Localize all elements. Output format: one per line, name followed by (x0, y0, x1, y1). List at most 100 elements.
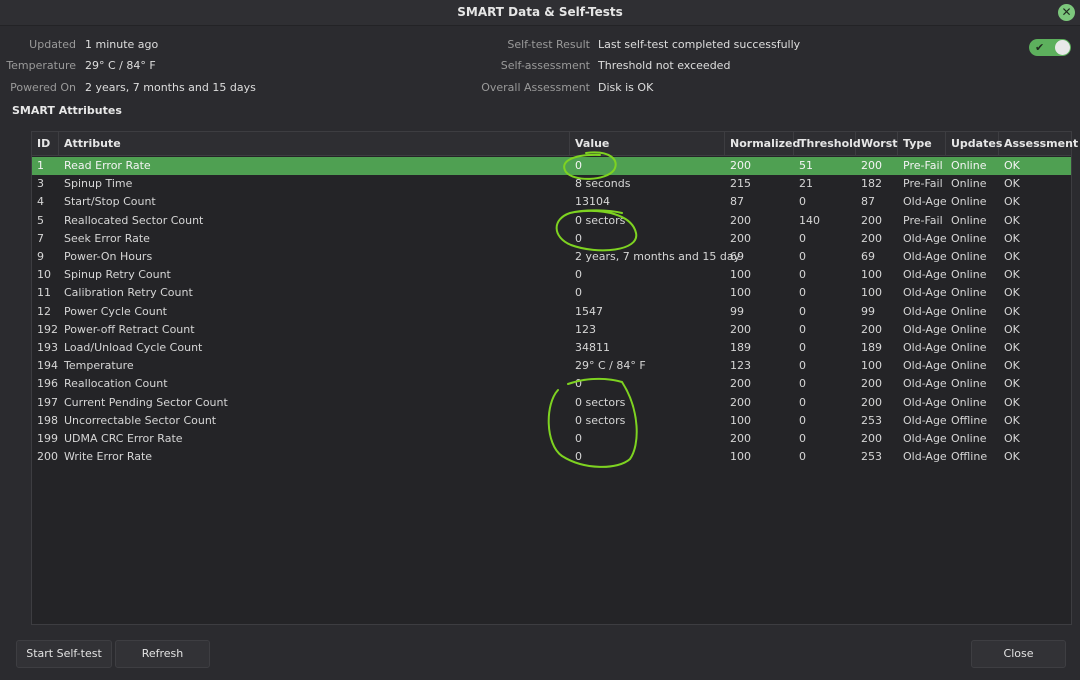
col-header-value[interactable]: Value (570, 132, 725, 156)
cell-attribute: Uncorrectable Sector Count (64, 413, 217, 427)
table-row[interactable]: 193 Load/Unload Cycle Count 34811 189 0 189 Ol… (32, 339, 1071, 357)
cell-worst: 100 (861, 268, 882, 282)
col-header-attribute[interactable]: Attribute (59, 132, 570, 156)
temperature-value: 29° C / 84° F (85, 59, 156, 72)
cell-updates: Online (951, 177, 987, 191)
cell-normalized: 200 (730, 322, 751, 336)
cell-threshold: 0 (799, 341, 806, 354)
overall-assessment-label: Overall Assessment (481, 81, 590, 94)
cell-threshold: 0 (799, 195, 806, 209)
cell-assessment: OK (1004, 432, 1020, 445)
col-header-assessment[interactable]: Assessment (999, 132, 1078, 156)
table-row[interactable]: 5 Reallocated Sector Count 0 sectors 200 140… (32, 212, 1071, 230)
cell-assessment: OK (1004, 304, 1020, 318)
powered-on-value: 2 years, 7 months and 15 days (85, 81, 256, 94)
col-header-normalized[interactable]: Normalized (725, 132, 800, 156)
cell-attribute: Current Pending Sector Count (64, 395, 228, 409)
col-header-type[interactable]: Type (898, 132, 946, 156)
title-bar: SMART Data & Self-Tests ✕ (0, 0, 1080, 26)
table-row[interactable]: 7 Seek Error Rate 0 200 0 200 Old-Age Online OK (32, 230, 1071, 248)
cell-threshold: 0 (799, 413, 806, 427)
close-icon[interactable]: ✕ (1058, 4, 1075, 21)
table-row[interactable]: 199 UDMA CRC Error Rate 0 200 0 200 Old-Age Onl… (32, 430, 1071, 448)
cell-threshold: 0 (799, 395, 806, 409)
table-row[interactable]: 9 Power-On Hours 2 years, 7 months and 15 … (32, 248, 1071, 266)
table-row[interactable]: 197 Current Pending Sector Count 0 sectors… (32, 394, 1071, 412)
cell-normalized: 200 (730, 432, 751, 445)
cell-updates: Online (951, 322, 987, 336)
table-row[interactable]: 10 Spinup Retry Count 0 100 0 100 Old-Age Onlin… (32, 266, 1071, 284)
cell-attribute: Reallocated Sector Count (64, 213, 204, 227)
table-row[interactable]: 11 Calibration Retry Count 0 100 0 100 Old-Age… (32, 284, 1071, 302)
cell-attribute: Temperature (64, 359, 134, 373)
cell-updates: Online (951, 377, 987, 391)
cell-value: 0 (575, 231, 582, 245)
cell-type: Old-Age (903, 432, 946, 445)
table-row[interactable]: 1 Read Error Rate 0 200 51 200 Pre-Fail Online O… (32, 157, 1071, 175)
cell-value: 0 (575, 450, 582, 464)
cell-id: 199 (37, 432, 58, 445)
cell-normalized: 100 (730, 268, 751, 282)
cell-type: Old-Age (903, 268, 946, 282)
cell-threshold: 0 (799, 322, 806, 336)
cell-id: 198 (37, 413, 58, 427)
table-header: ID Attribute Value Normalized Threshold … (32, 132, 1078, 156)
cell-normalized: 100 (730, 413, 751, 427)
cell-threshold: 51 (799, 159, 813, 172)
table-row[interactable]: 12 Power Cycle Count 1547 99 0 99 Old-Age Onlin… (32, 303, 1071, 321)
cell-assessment: OK (1004, 377, 1020, 391)
cell-value: 34811 (575, 341, 610, 354)
table-row[interactable]: 196 Reallocation Count 0 200 0 200 Old-Age Onli… (32, 375, 1071, 393)
cell-value: 8 seconds (575, 177, 631, 191)
cell-value: 0 sectors (575, 413, 626, 427)
cell-worst: 200 (861, 159, 882, 172)
table-row[interactable]: 4 Start/Stop Count 13104 87 0 87 Old-Age Online… (32, 193, 1071, 211)
cell-worst: 100 (861, 286, 882, 300)
cell-worst: 189 (861, 341, 882, 354)
col-header-id[interactable]: ID (32, 132, 59, 156)
cell-assessment: OK (1004, 322, 1020, 336)
cell-updates: Online (951, 159, 987, 172)
close-button[interactable]: Close (971, 640, 1066, 668)
col-header-worst[interactable]: Worst (856, 132, 898, 156)
smart-attributes-table: ID Attribute Value Normalized Threshold … (31, 131, 1078, 625)
cell-type: Old-Age (903, 395, 946, 409)
table-row[interactable]: 194 Temperature 29° C / 84° F 123 0 100 Old-Ag… (32, 357, 1071, 375)
refresh-button[interactable]: Refresh (115, 640, 210, 668)
table-row[interactable]: 200 Write Error Rate 0 100 0 253 Old-Age Offlin… (32, 448, 1071, 466)
cell-type: Old-Age (903, 413, 946, 427)
smart-attributes-heading: SMART Attributes (12, 104, 122, 117)
cell-normalized: 100 (730, 450, 751, 464)
self-test-result-label: Self-test Result (507, 38, 590, 51)
cell-worst: 200 (861, 322, 882, 336)
table-row[interactable]: 198 Uncorrectable Sector Count 0 sectors 10… (32, 412, 1071, 430)
cell-type: Old-Age (903, 231, 946, 245)
smart-enabled-toggle[interactable]: ✔ (1029, 39, 1071, 56)
table-row[interactable]: 3 Spinup Time 8 seconds 215 21 182 Pre-Fail Onl… (32, 175, 1071, 193)
cell-attribute: UDMA CRC Error Rate (64, 432, 183, 445)
cell-id: 7 (37, 231, 44, 245)
cell-attribute: Reallocation Count (64, 377, 168, 391)
updated-label: Updated (29, 38, 76, 51)
cell-value: 0 (575, 268, 582, 282)
cell-id: 192 (37, 322, 58, 336)
cell-updates: Online (951, 268, 987, 282)
cell-id: 196 (37, 377, 58, 391)
cell-threshold: 0 (799, 268, 806, 282)
cell-threshold: 0 (799, 359, 806, 373)
cell-normalized: 200 (730, 213, 751, 227)
cell-threshold: 0 (799, 304, 806, 318)
cell-worst: 69 (861, 250, 875, 263)
overall-assessment-value: Disk is OK (598, 81, 654, 94)
cell-attribute: Calibration Retry Count (64, 286, 193, 300)
cell-id: 193 (37, 341, 58, 354)
col-header-updates[interactable]: Updates (946, 132, 1002, 156)
cell-assessment: OK (1004, 268, 1020, 282)
start-self-test-button[interactable]: Start Self-test (16, 640, 112, 668)
cell-updates: Offline (951, 450, 988, 464)
table-row[interactable]: 192 Power-off Retract Count 123 200 0 200 Old-… (32, 321, 1071, 339)
cell-type: Old-Age (903, 341, 946, 354)
col-header-threshold[interactable]: Threshold (794, 132, 861, 156)
cell-updates: Online (951, 250, 987, 263)
cell-attribute: Write Error Rate (64, 450, 153, 464)
